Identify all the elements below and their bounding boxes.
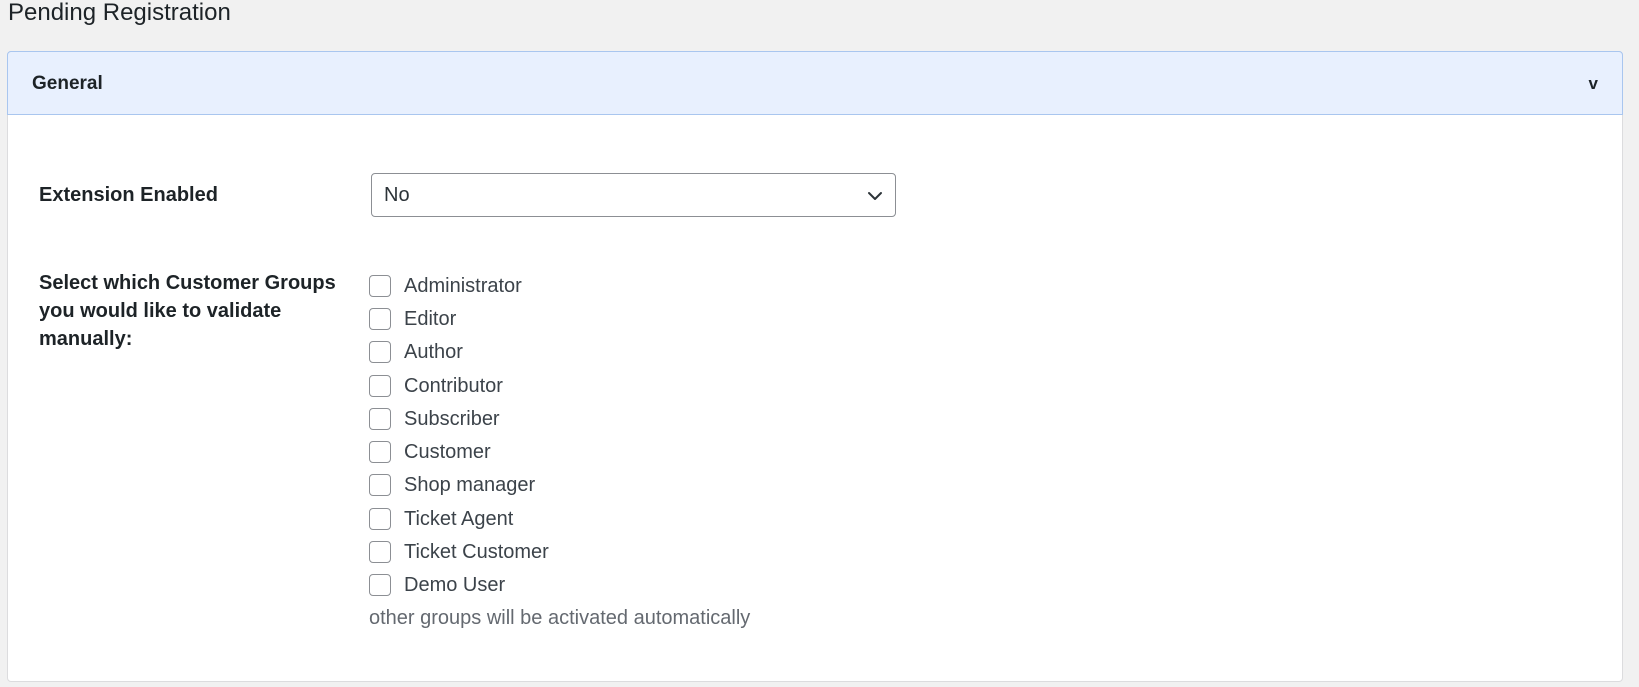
group-item-editor[interactable]: Editor [369,302,549,335]
checkbox[interactable] [369,441,391,464]
group-label: Ticket Agent [404,507,514,530]
checkbox[interactable] [369,307,391,330]
group-item-contributor[interactable]: Contributor [369,369,549,402]
panel-title: General [32,73,103,94]
group-label: Shop manager [404,474,536,497]
checkbox[interactable] [369,341,391,364]
checkbox[interactable] [369,507,391,530]
checkbox[interactable] [369,474,391,497]
extension-enabled-label: Extension Enabled [39,184,218,206]
page-title: Pending Registration [8,0,231,26]
group-label: Ticket Customer [404,541,549,564]
group-item-author[interactable]: Author [369,336,549,369]
group-item-shop-manager[interactable]: Shop manager [369,469,549,502]
group-item-demo-user[interactable]: Demo User [369,569,549,602]
group-label: Subscriber [404,407,500,430]
group-label: Demo User [404,574,506,597]
group-label: Customer [404,441,491,464]
checkbox[interactable] [369,407,391,430]
general-panel-header[interactable]: General v [7,51,1623,115]
group-label: Editor [404,307,457,330]
collapse-toggle-icon[interactable]: v [1589,74,1598,94]
customer-groups-label: Select which Customer Groups you would l… [39,272,336,350]
group-item-ticket-customer[interactable]: Ticket Customer [369,535,549,568]
group-label: Administrator [404,274,522,297]
customer-groups-list: Administrator Editor Author Contributor … [369,269,549,602]
checkbox[interactable] [369,541,391,564]
checkbox[interactable] [369,274,391,297]
chevron-down-icon [868,192,882,200]
general-settings-panel: General v Extension Enabled No Select wh… [7,51,1623,682]
group-item-subscriber[interactable]: Subscriber [369,402,549,435]
checkbox[interactable] [369,374,391,397]
groups-help-text: other groups will be activated automatic… [369,607,751,629]
group-label: Contributor [404,374,503,397]
group-item-ticket-agent[interactable]: Ticket Agent [369,502,549,535]
group-item-customer[interactable]: Customer [369,435,549,468]
extension-enabled-select[interactable]: No [371,173,896,217]
extension-enabled-value: No [384,184,410,206]
checkbox[interactable] [369,574,391,597]
group-label: Author [404,341,463,364]
group-item-administrator[interactable]: Administrator [369,269,549,302]
